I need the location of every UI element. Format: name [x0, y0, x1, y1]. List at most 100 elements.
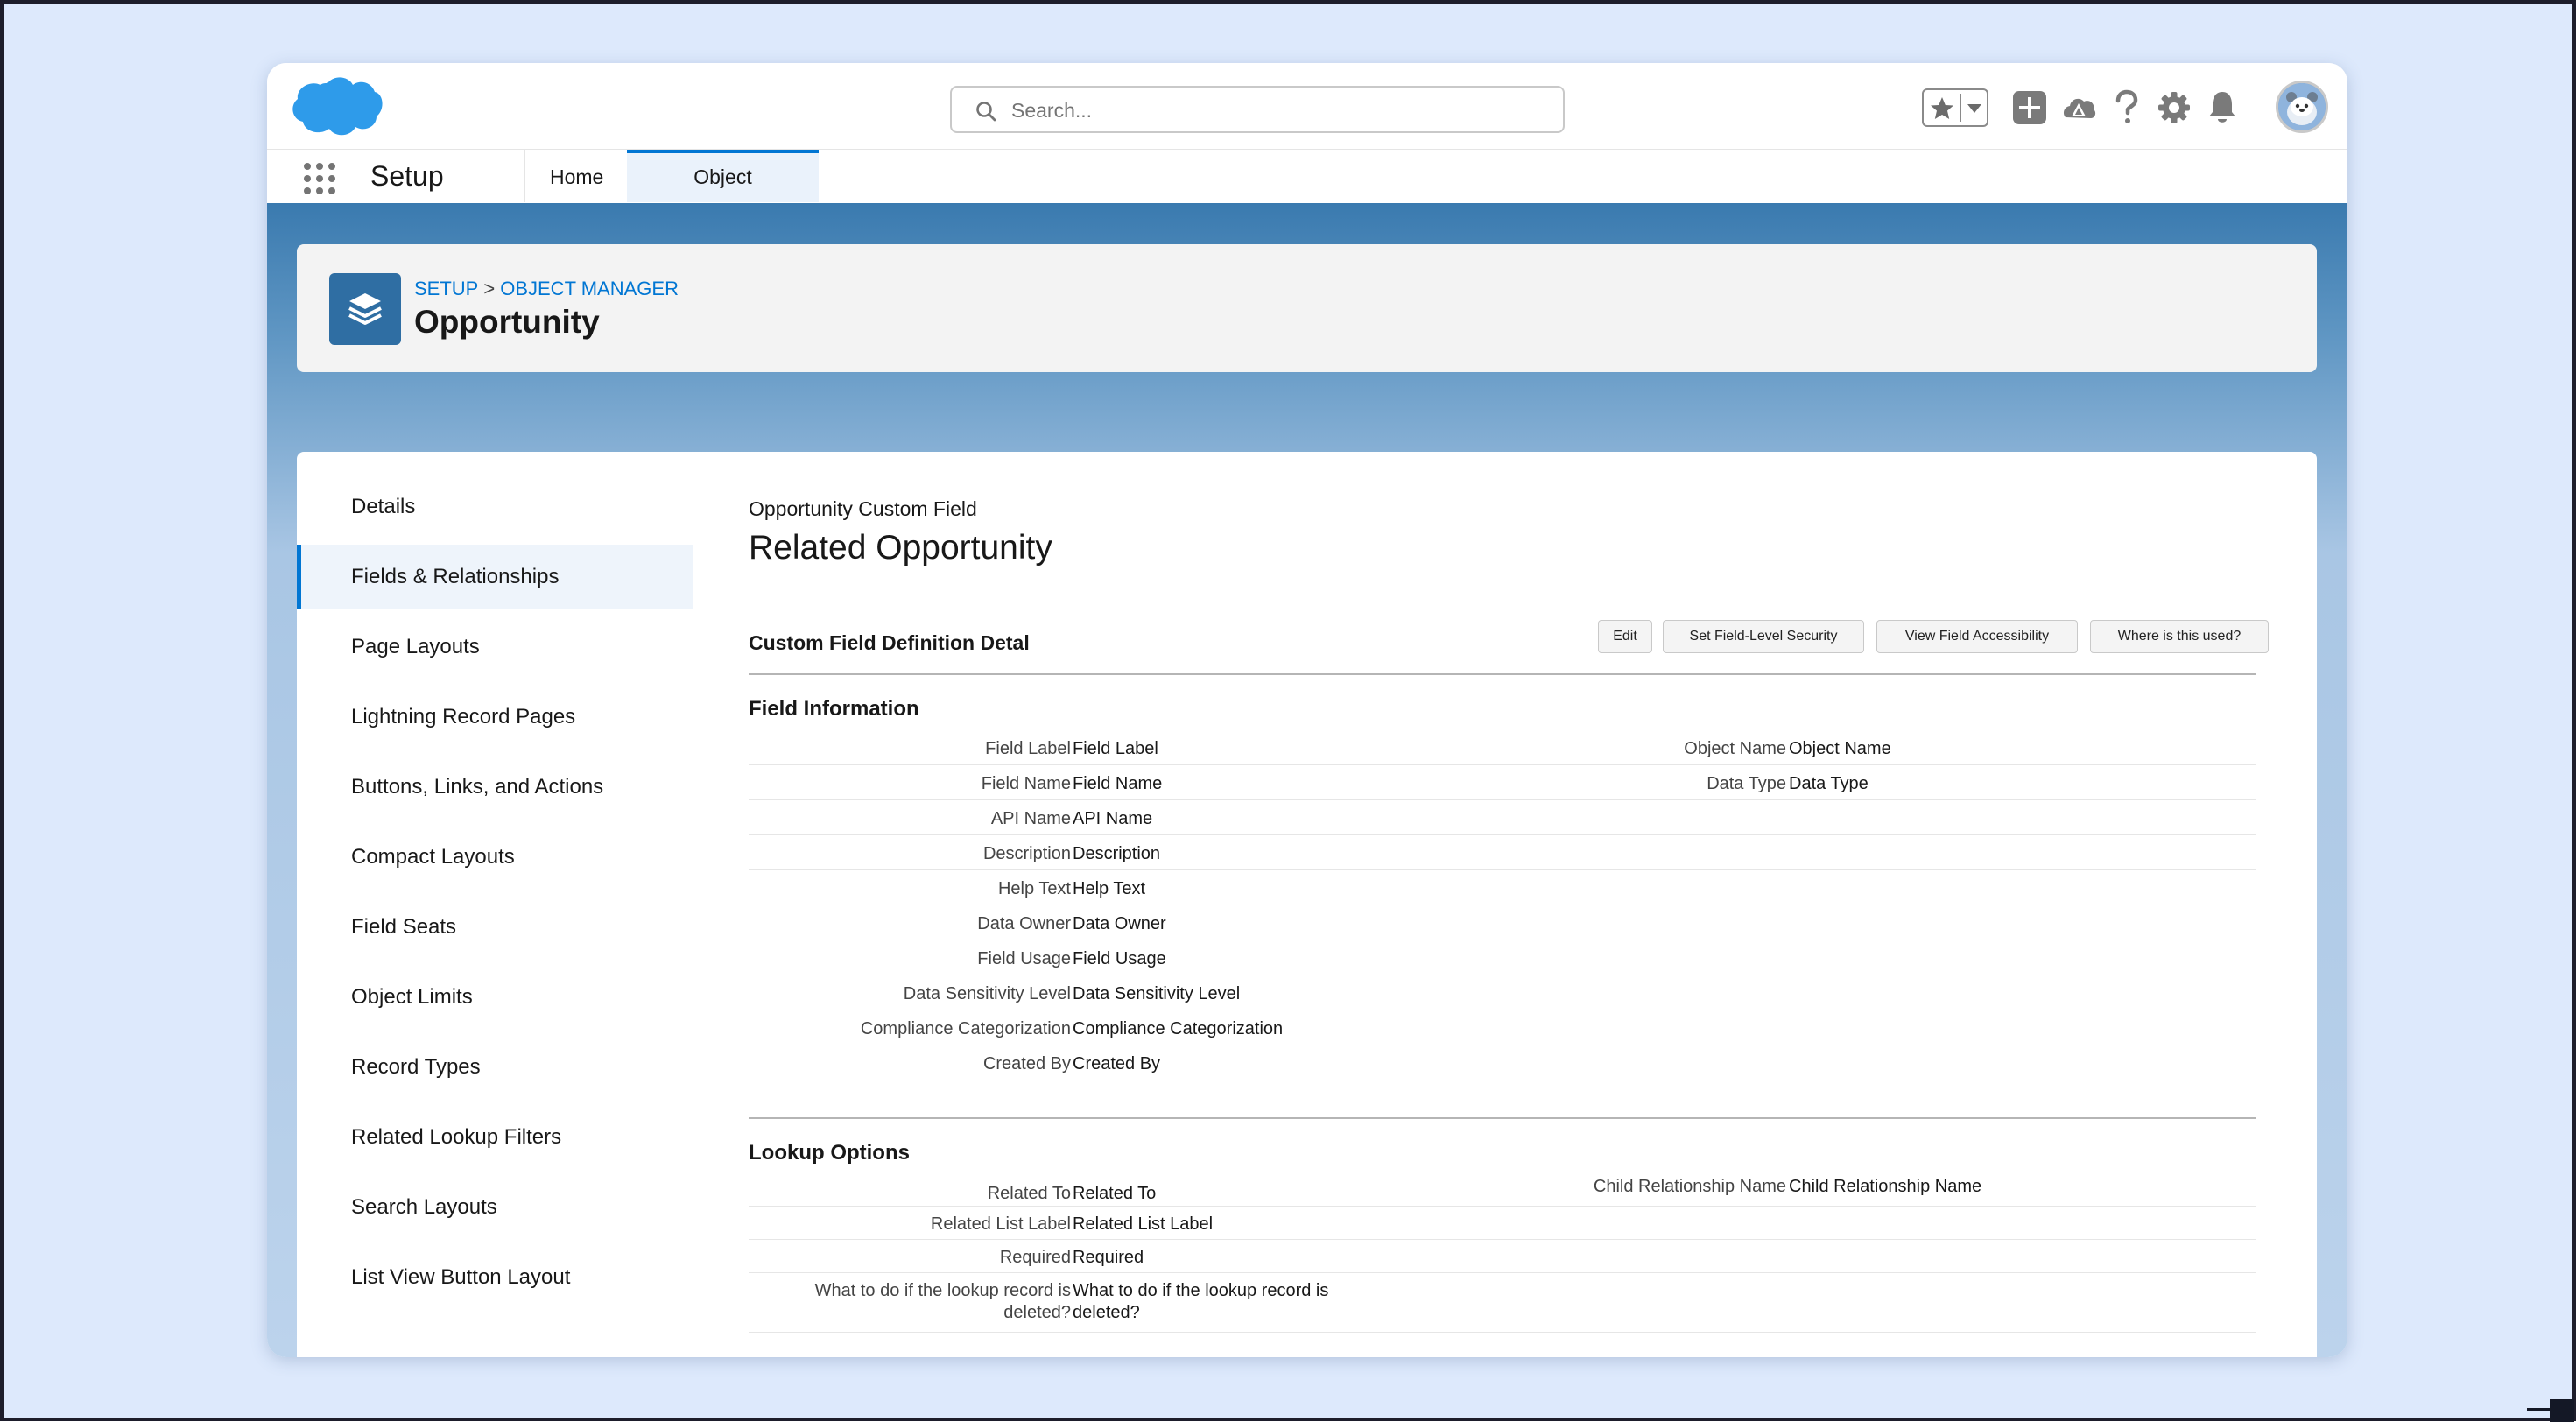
sidebar-item-buttons-links-actions[interactable]: Buttons, Links, and Actions: [297, 755, 693, 820]
field-name-value: Field Name: [1073, 774, 1163, 793]
field-usage-value: Field Usage: [1073, 949, 1166, 968]
sidebar-item-compact-layouts[interactable]: Compact Layouts: [297, 825, 693, 890]
object-name-label: Object Name: [1684, 739, 1786, 758]
sidebar-item-lightning-record-pages[interactable]: Lightning Record Pages: [297, 685, 693, 750]
salesforce-cloud-logo[interactable]: [289, 74, 384, 139]
breadcrumb-separator: >: [483, 278, 496, 299]
field-row: Data Sensitivity Level Data Sensitivity …: [749, 975, 2256, 1010]
app-name: Setup: [370, 160, 444, 192]
field-name-label: Field Name: [981, 774, 1071, 793]
gear-icon[interactable]: [2155, 88, 2193, 128]
field-row: Field Name Field Name Data Type Data Typ…: [749, 765, 2256, 800]
chevron-down-icon[interactable]: [1966, 102, 1983, 115]
global-search[interactable]: [950, 86, 1565, 133]
section-divider: [749, 673, 2256, 675]
record-type-eyebrow: Opportunity Custom Field: [749, 497, 977, 520]
breadcrumb: SETUP > OBJECT MANAGER: [414, 278, 679, 300]
field-usage-label: Field Usage: [977, 949, 1071, 968]
field-information-heading: Field Information: [749, 697, 919, 721]
star-icon[interactable]: [1929, 95, 1955, 122]
resize-handle[interactable]: [2550, 1399, 2574, 1422]
sidebar-item-search-layouts[interactable]: Search Layouts: [297, 1175, 693, 1240]
favorites-divider: [1960, 94, 1961, 122]
resize-line: [2527, 1408, 2551, 1411]
view-field-accessibility-button[interactable]: View Field Accessibility: [1876, 620, 2078, 653]
sidebar-item-field-seats[interactable]: Field Seats: [297, 895, 693, 960]
created-by-value: Created By: [1073, 1054, 1161, 1074]
compliance-categorization-label: Compliance Categorization: [860, 1019, 1071, 1038]
help-icon[interactable]: [2108, 88, 2143, 128]
sidebar-item-list-view-button-layout[interactable]: List View Button Layout: [297, 1245, 693, 1310]
child-relationship-name-label: Child Relationship Name: [1593, 1177, 1786, 1196]
context-navigation-bar: Setup Home Object Manager: [267, 149, 2347, 236]
search-icon: [976, 102, 996, 122]
browser-window: Setup Home Object Manager SETUP>OBJECT M…: [267, 63, 2347, 1357]
astro-avatar-icon: [2278, 83, 2326, 130]
data-type-value: Data Type: [1789, 774, 1869, 793]
lookup-deleted-value: What to do if the lookup record is delet…: [1073, 1281, 1329, 1322]
section-header-title: Custom Field Definition Detal: [749, 631, 1030, 654]
data-sensitivity-level-value: Data Sensitivity Level: [1073, 984, 1241, 1003]
related-to-label: Related To: [987, 1184, 1071, 1203]
help-text-value: Help Text: [1073, 879, 1146, 898]
related-to-value: Related To: [1073, 1184, 1157, 1203]
object-sidebar: Details Fields & Relationships Page Layo…: [297, 452, 693, 1357]
sidebar-item-fields-relationships[interactable]: Fields & Relationships: [297, 545, 693, 609]
favorites-group[interactable]: [1922, 88, 1988, 127]
breadcrumb-setup-link[interactable]: SETUP: [414, 278, 478, 299]
avatar[interactable]: [2276, 81, 2328, 133]
where-is-this-used-button[interactable]: Where is this used?: [2090, 620, 2269, 653]
field-row: Related List Label Related List Label: [749, 1207, 2256, 1240]
field-row: Data Owner Data Owner: [749, 905, 2256, 940]
field-label-value: Field Label: [1073, 739, 1158, 758]
object-name-value: Object Name: [1789, 739, 1891, 758]
bell-icon[interactable]: [2205, 88, 2240, 128]
sidebar-item-object-limits[interactable]: Object Limits: [297, 965, 693, 1030]
field-label-label: Field Label: [985, 739, 1071, 758]
search-input[interactable]: [1010, 88, 1538, 133]
field-row: What to do if the lookup record is delet…: [749, 1273, 2256, 1333]
help-text-label: Help Text: [997, 879, 1071, 898]
tab-object-manager[interactable]: Object Manager: [627, 150, 819, 236]
set-field-level-security-button[interactable]: Set Field-Level Security: [1663, 620, 1864, 653]
field-row: Compliance Categorization Compliance Cat…: [749, 1010, 2256, 1045]
api-name-value: API Name: [1073, 809, 1153, 828]
global-header: [267, 63, 2347, 149]
description-value: Description: [1073, 844, 1161, 863]
data-type-label: Data Type: [1707, 774, 1786, 793]
sidebar-item-page-layouts[interactable]: Page Layouts: [297, 615, 693, 679]
edit-button[interactable]: Edit: [1598, 620, 1652, 653]
related-list-label-label: Related List Label: [930, 1214, 1071, 1234]
page-title: Opportunity: [414, 304, 600, 340]
section-divider: [749, 1117, 2256, 1119]
data-sensitivity-level-label: Data Sensitivity Level: [903, 984, 1071, 1003]
plus-icon[interactable]: [2009, 88, 2050, 128]
breadcrumb-object-manager-link[interactable]: OBJECT MANAGER: [500, 278, 679, 299]
field-row: Created By Created By: [749, 1045, 2256, 1081]
lookup-deleted-label: What to do if the lookup record is delet…: [814, 1281, 1071, 1322]
desktop-background: Setup Home Object Manager SETUP>OBJECT M…: [0, 0, 2576, 1422]
layers-icon: [348, 293, 382, 325]
sidebar-item-record-types[interactable]: Record Types: [297, 1035, 693, 1100]
field-row: Field Usage Field Usage: [749, 940, 2256, 975]
child-relationship-name-value: Child Relationship Name: [1789, 1177, 1982, 1196]
trailhead-icon[interactable]: [2059, 88, 2099, 128]
created-by-label: Created By: [982, 1054, 1071, 1074]
data-owner-value: Data Owner: [1073, 914, 1166, 933]
sidebar-item-related-lookup-filters[interactable]: Related Lookup Filters: [297, 1105, 693, 1170]
field-row: Field Label Field Label Object Name Obje…: [749, 730, 2256, 765]
data-owner-label: Data Owner: [977, 914, 1071, 933]
field-row: Required Required: [749, 1240, 2256, 1273]
required-label: Required: [999, 1248, 1071, 1267]
field-title: Related Opportunity: [749, 529, 1052, 567]
compliance-categorization-value: Compliance Categorization: [1073, 1019, 1284, 1038]
tab-home[interactable]: Home: [524, 150, 628, 202]
lookup-options-heading: Lookup Options: [749, 1141, 910, 1165]
required-value: Required: [1073, 1248, 1144, 1267]
field-row: API Name API Name: [749, 800, 2256, 835]
app-launcher-icon[interactable]: [302, 161, 337, 196]
object-icon: [329, 273, 401, 345]
sidebar-item-details[interactable]: Details: [297, 475, 693, 539]
page-header: SETUP > OBJECT MANAGER Opportunity: [297, 244, 2317, 372]
main-card: Details Fields & Relationships Page Layo…: [297, 452, 2317, 1357]
